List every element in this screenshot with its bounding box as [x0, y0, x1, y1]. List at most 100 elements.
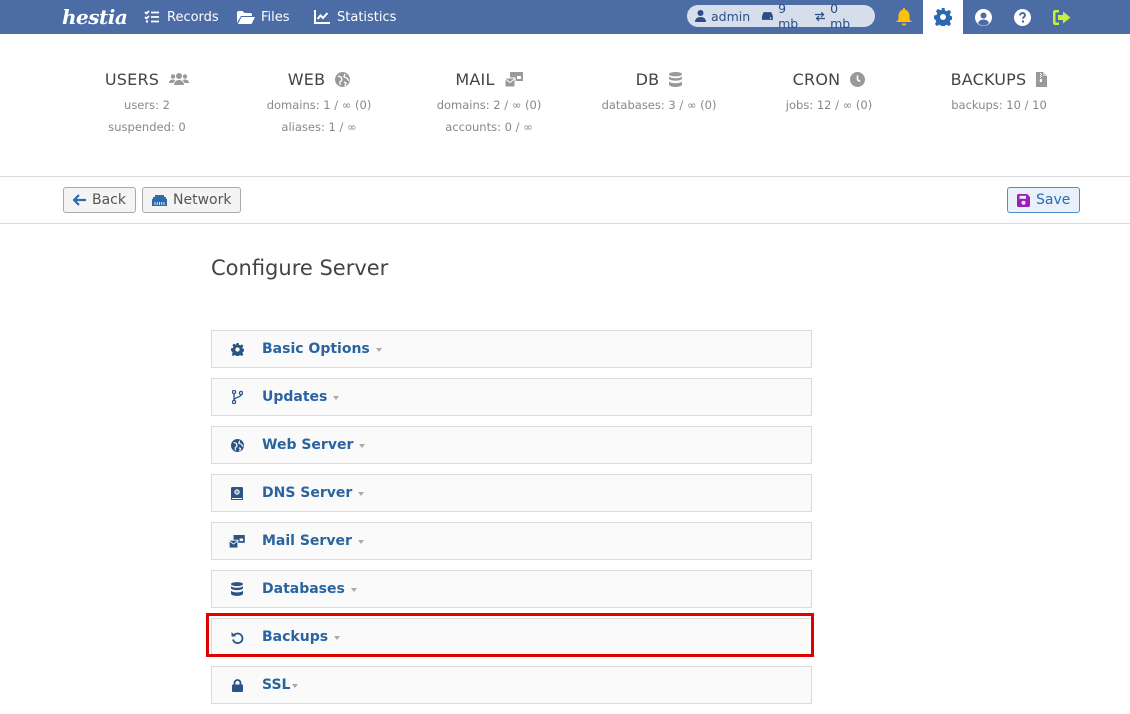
- toolbar: Back Network Save: [0, 177, 1130, 224]
- caret-down-icon: [358, 492, 365, 496]
- save-button-label: Save: [1036, 192, 1071, 208]
- disk-usage: 9 mb: [778, 1, 799, 31]
- stat-web[interactable]: WEB domains: 1 / ∞ (0) aliases: 1 / ∞: [234, 68, 404, 135]
- section-label: Web Server: [262, 437, 354, 453]
- user-tie-icon: [695, 10, 706, 22]
- section-ssl[interactable]: SSL: [211, 666, 812, 704]
- caret-down-icon: [359, 444, 366, 448]
- section-label: Databases: [262, 581, 345, 597]
- section-label: Backups: [262, 629, 329, 645]
- lock-icon: [231, 678, 243, 692]
- caret-down-icon: [350, 588, 357, 592]
- list-check-icon: [143, 10, 161, 24]
- globe-icon: [335, 71, 351, 87]
- stat-mail[interactable]: MAIL domains: 2 / ∞ (0) accounts: 0 / ∞: [404, 68, 574, 135]
- gear-icon: [230, 342, 244, 356]
- nav-records-label: Records: [167, 9, 219, 25]
- caret-down-icon: [375, 348, 382, 352]
- back-button[interactable]: Back: [63, 187, 136, 213]
- help-button[interactable]: [1004, 0, 1040, 34]
- nav-files-label: Files: [261, 9, 290, 25]
- stat-backups-title: BACKUPS: [950, 69, 1027, 89]
- nav-files[interactable]: Files: [237, 0, 290, 34]
- top-navbar: hestia Records Files Statistics admin 9 …: [0, 0, 1130, 34]
- logout-icon: [1053, 9, 1071, 25]
- stat-backups-line-1: backups: 10 / 10: [951, 98, 1047, 112]
- section-basic-options[interactable]: Basic Options: [211, 330, 812, 368]
- section-dns-server[interactable]: DNS Server: [211, 474, 812, 512]
- nav-records[interactable]: Records: [143, 0, 219, 34]
- caret-down-icon: [334, 636, 341, 640]
- section-web-server[interactable]: Web Server: [211, 426, 812, 464]
- caret-down-icon: [292, 684, 299, 688]
- ethernet-icon: [152, 194, 167, 206]
- stat-db-line-1: databases: 3 / ∞ (0): [601, 98, 717, 112]
- gear-icon: [934, 8, 952, 26]
- mail-bulk-icon: [229, 534, 245, 548]
- caret-down-icon: [333, 396, 340, 400]
- stat-web-line-1: domains: 1 / ∞ (0): [266, 98, 372, 112]
- rotate-left-icon: [231, 631, 243, 644]
- chart-line-icon: [313, 10, 331, 24]
- caret-down-icon: [357, 540, 364, 544]
- stat-users-line-1: users: 2: [124, 98, 170, 112]
- section-mail-server[interactable]: Mail Server: [211, 522, 812, 560]
- section-label: DNS Server: [262, 485, 353, 501]
- stat-db-title: DB: [635, 69, 660, 89]
- server-settings-button[interactable]: [923, 0, 963, 34]
- exchange-icon: [814, 11, 826, 21]
- save-button[interactable]: Save: [1007, 187, 1081, 213]
- network-button[interactable]: Network: [142, 187, 242, 213]
- stat-mail-line-2: accounts: 0 / ∞: [445, 120, 533, 134]
- hestia-logo[interactable]: hestia: [62, 2, 128, 32]
- stat-db[interactable]: DB databases: 3 / ∞ (0): [574, 68, 744, 113]
- stat-web-title: WEB: [287, 69, 326, 89]
- section-updates[interactable]: Updates: [211, 378, 812, 416]
- notifications-button[interactable]: [886, 0, 922, 34]
- mail-bulk-icon: [504, 71, 523, 87]
- stat-cron[interactable]: CRON jobs: 12 / ∞ (0): [744, 68, 914, 113]
- clock-icon: [850, 71, 866, 87]
- bell-icon: [896, 8, 912, 26]
- help-icon: [1013, 8, 1031, 26]
- file-archive-icon: [1036, 71, 1048, 87]
- arrow-left-icon: [73, 194, 86, 206]
- username: admin: [711, 8, 751, 24]
- stat-users-line-2: suspended: 0: [108, 120, 186, 134]
- nav-statistics-label: Statistics: [337, 9, 397, 25]
- section-label: Basic Options: [262, 341, 370, 357]
- database-icon: [669, 71, 683, 87]
- globe-icon: [230, 438, 244, 452]
- disk-segment: 9 mb: [762, 1, 803, 31]
- network-button-label: Network: [173, 192, 232, 208]
- stat-users[interactable]: USERS users: 2 suspended: 0: [62, 68, 232, 134]
- page-title: Configure Server: [211, 256, 389, 280]
- section-label: Updates: [262, 389, 328, 405]
- stat-cron-line-1: jobs: 12 / ∞ (0): [785, 98, 873, 112]
- stat-mail-title: MAIL: [455, 69, 495, 89]
- nav-statistics[interactable]: Statistics: [313, 0, 396, 34]
- logout-button[interactable]: [1044, 0, 1080, 34]
- hdd-icon: [762, 12, 774, 20]
- bandwidth-segment: 0 mb: [814, 1, 855, 31]
- folder-open-icon: [237, 10, 255, 24]
- user-segment: admin: [695, 9, 750, 24]
- database-icon: [231, 582, 243, 596]
- stat-users-title: USERS: [104, 69, 160, 89]
- section-databases[interactable]: Databases: [211, 570, 812, 608]
- address-book-icon: [231, 486, 243, 500]
- users-icon: [169, 73, 190, 85]
- section-backups[interactable]: Backups: [211, 618, 812, 656]
- user-circle-icon: [974, 8, 992, 26]
- stat-web-line-2: aliases: 1 / ∞: [281, 120, 357, 134]
- save-icon: [1017, 193, 1030, 207]
- stats-panel: USERS users: 2 suspended: 0 WEB domains:…: [0, 34, 1130, 177]
- back-button-label: Back: [92, 192, 126, 208]
- stat-backups[interactable]: BACKUPS backups: 10 / 10: [914, 68, 1084, 112]
- user-profile-button[interactable]: [965, 0, 1001, 34]
- section-label: Mail Server: [262, 533, 352, 549]
- section-label: SSL: [262, 677, 291, 693]
- code-branch-icon: [231, 390, 243, 404]
- bandwidth-usage: 0 mb: [830, 1, 851, 31]
- user-stats-pill[interactable]: admin 9 mb 0 mb: [687, 1, 875, 31]
